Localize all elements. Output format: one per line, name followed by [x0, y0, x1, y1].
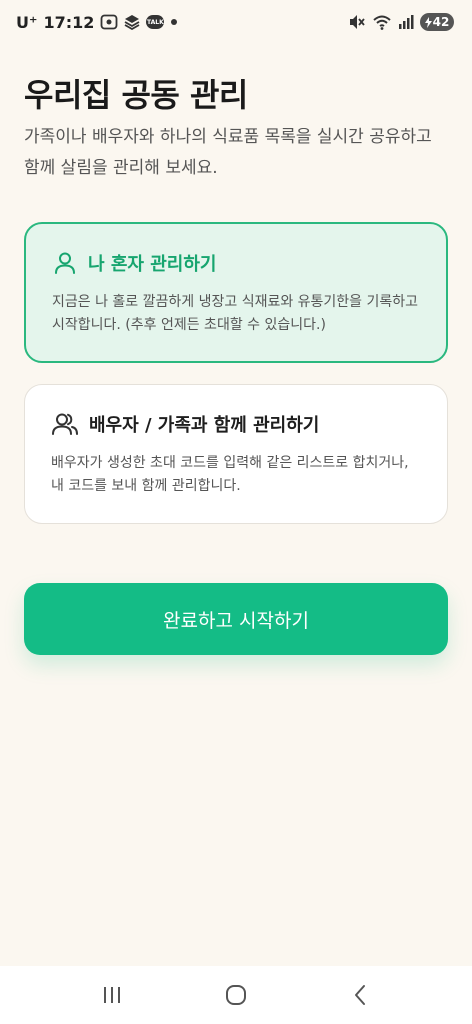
option-description-family: 배우자가 생성한 초대 코드를 입력해 같은 리스트로 합치거나, 내 코드를 …	[51, 455, 409, 494]
page-title: 우리집 공동 관리	[24, 76, 248, 114]
back-icon[interactable]	[340, 975, 380, 1015]
system-nav-bar	[0, 966, 472, 1024]
option-card-family[interactable]: 배우자 / 가족과 함께 관리하기 배우자가 생성한 초대 코드를 입력해 같은…	[24, 384, 448, 524]
signal-icon	[398, 15, 414, 29]
status-bar-right: 42	[348, 13, 454, 31]
recents-icon[interactable]	[92, 975, 132, 1015]
complete-start-button[interactable]: 완료하고 시작하기	[24, 583, 448, 655]
option-description-solo: 지금은 나 홀로 깔끔하게 냉장고 식재료와 유통기한을 기록하고 시작합니다.…	[52, 294, 419, 333]
stack-icon	[124, 14, 140, 30]
wifi-icon	[372, 14, 392, 30]
mute-icon	[348, 14, 366, 30]
talk-icon: TALK	[146, 15, 165, 29]
option-card-header: 나 혼자 관리하기	[52, 250, 420, 276]
screenshot-icon	[100, 14, 118, 30]
home-icon[interactable]	[216, 975, 256, 1015]
person-icon	[52, 250, 78, 276]
option-title-family: 배우자 / 가족과 함께 관리하기	[89, 415, 320, 436]
carrier-label: U⁺	[16, 12, 38, 32]
option-card-solo[interactable]: 나 혼자 관리하기 지금은 나 홀로 깔끔하게 냉장고 식재료와 유통기한을 기…	[24, 222, 448, 363]
dot-icon	[170, 18, 178, 26]
status-bar-left: U⁺ 17:12 TALK	[16, 13, 178, 32]
status-bar: U⁺ 17:12 TALK 42	[0, 0, 472, 44]
people-icon	[51, 411, 79, 437]
option-title-solo: 나 혼자 관리하기	[88, 254, 217, 275]
clock: 17:12	[43, 12, 95, 32]
battery-icon: 42	[420, 13, 454, 31]
page-description: 가족이나 배우자와 하나의 식료품 목록을 실시간 공유하고 함께 살림을 관리…	[24, 127, 432, 178]
battery-level: 42	[432, 15, 450, 29]
option-card-header: 배우자 / 가족과 함께 관리하기	[51, 411, 421, 437]
